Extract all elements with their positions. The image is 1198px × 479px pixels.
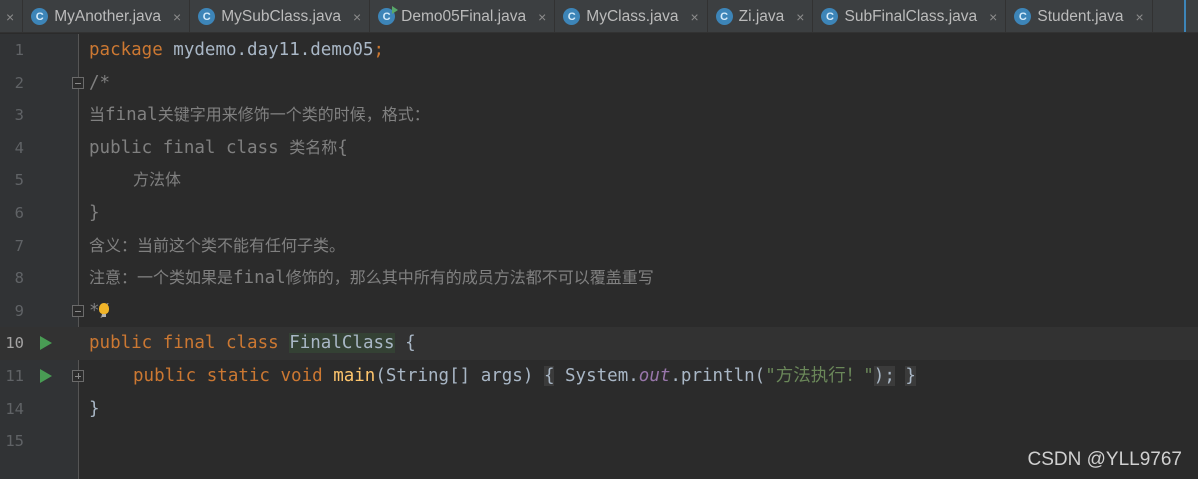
code-line: 5 方法体 [0, 164, 1198, 197]
line-number: 6 [14, 204, 24, 222]
fold-icon[interactable] [72, 76, 84, 89]
code-line: 4 public final class 类名称{ [0, 132, 1198, 165]
tab-myclass[interactable]: C MyClass.java × [555, 0, 708, 32]
tab-label: Zi.java [738, 7, 785, 25]
code-text: package mydemo.day11.demo05; [89, 40, 385, 60]
close-icon[interactable]: × [173, 9, 181, 25]
line-number: 7 [14, 236, 24, 255]
code-line: 2 /* [0, 67, 1198, 100]
class-icon: C [198, 8, 216, 25]
tab-label: SubFinalClass.java [844, 7, 978, 25]
code-text: public final class 类名称{ [89, 137, 348, 158]
tab-close-previous[interactable]: × [0, 0, 24, 32]
tab-overflow-indicator[interactable] [1184, 0, 1198, 32]
tab-zi[interactable]: C Zi.java × [708, 0, 814, 32]
code-text: 注意：一个类如果是final修饰的，那么其中所有的成员方法都不可以覆盖重写 [89, 268, 654, 289]
tab-student[interactable]: C Student.java × [1006, 0, 1153, 32]
code-line: 7 含义：当前这个类不能有任何子类。 [0, 230, 1198, 263]
code-line: 6 } [0, 197, 1198, 230]
line-number: 4 [14, 138, 24, 157]
code-text: public final class FinalClass { [89, 333, 416, 354]
line-number: 9 [14, 301, 24, 320]
watermark-text: CSDN @YLL9767 [1027, 449, 1182, 470]
code-line: 15 [0, 425, 1198, 458]
line-number: 8 [14, 269, 24, 288]
tab-label: Student.java [1037, 7, 1124, 25]
close-icon[interactable]: × [690, 9, 698, 25]
code-line: 8 注意：一个类如果是final修饰的，那么其中所有的成员方法都不可以覆盖重写 [0, 262, 1198, 295]
run-icon[interactable] [40, 336, 52, 351]
class-icon: C [821, 8, 839, 25]
close-icon[interactable]: × [353, 9, 361, 25]
code-text: 方法体 [133, 170, 182, 190]
run-icon[interactable] [40, 369, 52, 383]
editor-tab-bar: × C MyAnother.java × C MySubClass.java ×… [0, 0, 1198, 33]
line-number: 10 [5, 334, 24, 353]
tab-label: Demo05Final.java [401, 7, 527, 25]
code-line: 9 */ [0, 295, 1198, 328]
code-line: 14 } [0, 393, 1198, 426]
tab-myanother[interactable]: C MyAnother.java × [23, 0, 191, 32]
class-icon: C [1014, 8, 1032, 25]
code-line: 11 public static void main(String[] args… [0, 360, 1198, 393]
line-number: 5 [14, 171, 24, 190]
runnable-class-icon: C [378, 6, 399, 25]
code-line: 3 当final关键字用来修饰一个类的时候，格式： [0, 99, 1198, 132]
fold-icon[interactable] [72, 304, 84, 317]
class-icon: C [563, 8, 581, 25]
code-text: 含义：当前这个类不能有任何子类。 [89, 235, 346, 255]
code-text: 当final关键字用来修饰一个类的时候，格式： [89, 105, 430, 126]
close-icon[interactable]: × [6, 9, 14, 25]
tab-label: MySubClass.java [221, 7, 341, 25]
line-number: 14 [5, 399, 24, 418]
tab-demo05final[interactable]: C Demo05Final.java × [370, 0, 556, 32]
code-line: 1 package mydemo.day11.demo05; [0, 34, 1198, 67]
tab-subfinalclass[interactable]: C SubFinalClass.java × [813, 0, 1007, 32]
expand-icon[interactable] [72, 370, 84, 382]
line-number: 11 [5, 367, 24, 385]
code-text: } [89, 398, 100, 419]
class-icon: C [31, 8, 49, 25]
tab-label: MyClass.java [586, 7, 679, 25]
close-icon[interactable]: × [1136, 9, 1144, 25]
tab-mysubclass[interactable]: C MySubClass.java × [190, 0, 371, 32]
line-number: 15 [5, 432, 24, 451]
close-icon[interactable]: × [796, 9, 804, 25]
close-icon[interactable]: × [989, 9, 997, 25]
line-number: 1 [14, 41, 24, 59]
close-icon[interactable]: × [538, 9, 546, 25]
tab-label: MyAnother.java [54, 7, 162, 25]
code-line-current: 10 public final class FinalClass { [0, 327, 1198, 360]
class-icon: C [715, 8, 733, 25]
code-text: } [89, 203, 100, 223]
code-text: /* [89, 72, 111, 93]
lightbulb-icon[interactable] [99, 302, 109, 317]
line-number: 2 [14, 73, 24, 92]
line-number: 3 [14, 106, 24, 125]
code-text: public static void main(String[] args) {… [133, 366, 916, 386]
